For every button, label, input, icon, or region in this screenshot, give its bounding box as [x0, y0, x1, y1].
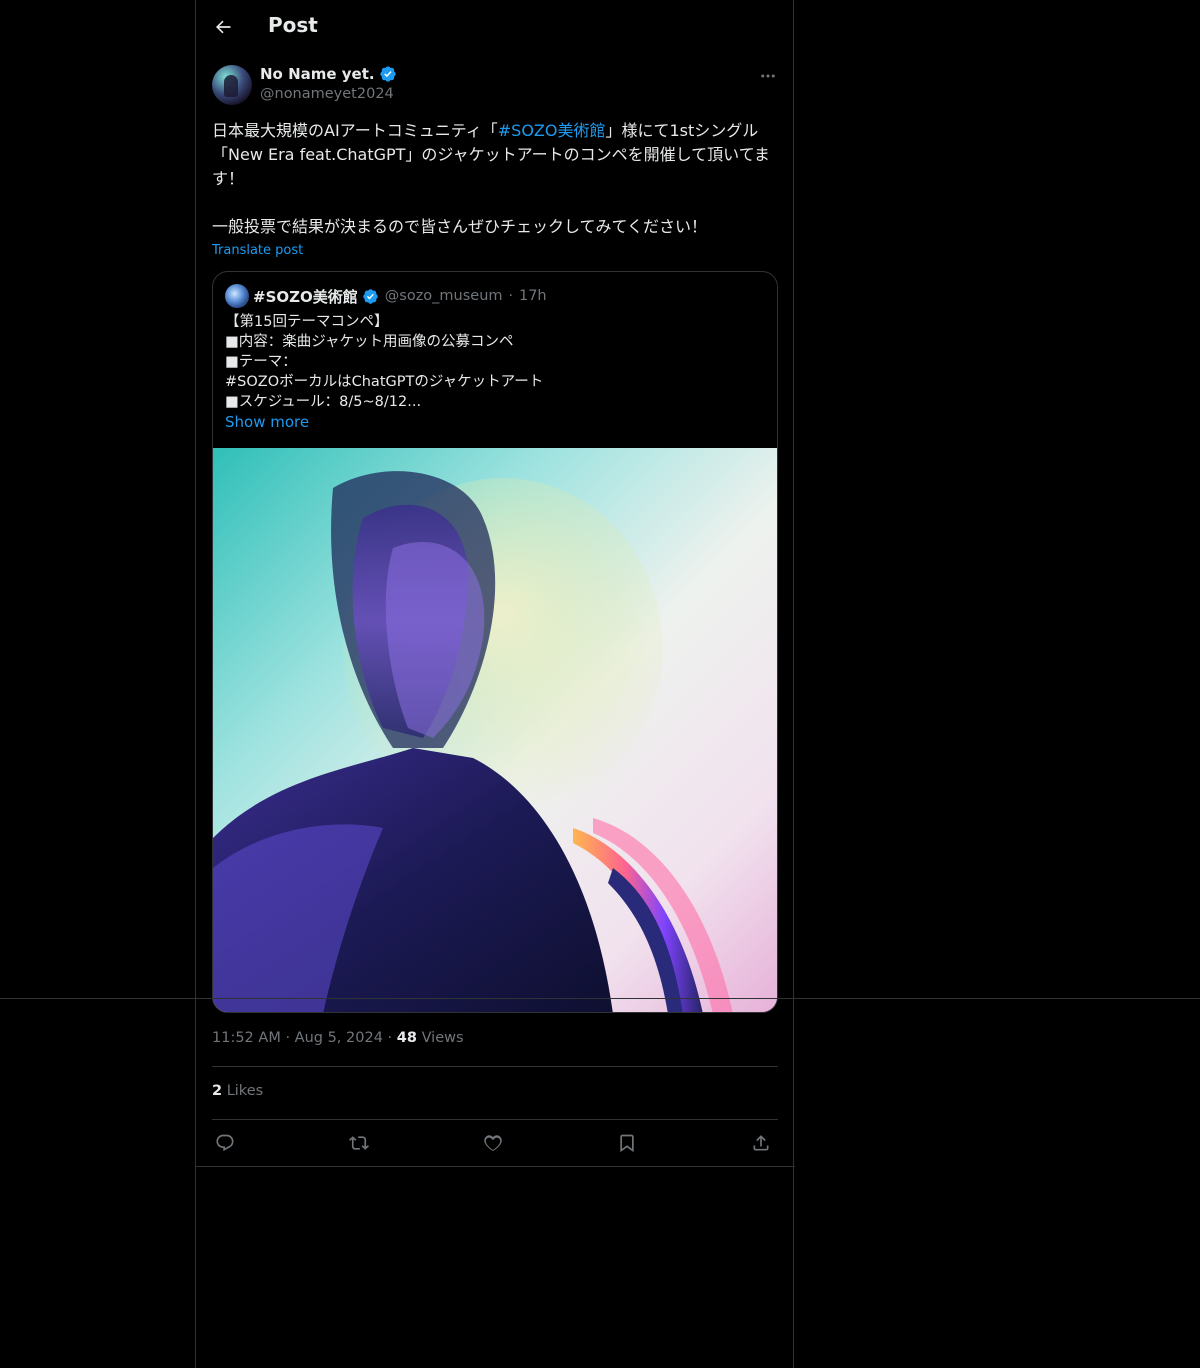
- page-title: Post: [268, 13, 318, 37]
- likes-link[interactable]: 2 Likes: [212, 1083, 263, 1099]
- quoted-author-name: #SOZO美術館: [253, 287, 358, 306]
- post-time[interactable]: 11:52 AM: [212, 1030, 281, 1046]
- bookmark-icon: [620, 1134, 634, 1153]
- quoted-post-image[interactable]: [213, 448, 777, 1012]
- verified-badge-icon: [379, 66, 396, 82]
- quoted-author-handle: @sozo_museum: [384, 288, 503, 304]
- post-text-part: 日本最大規模のAIアートコミュニティ「: [212, 121, 498, 140]
- avatar[interactable]: [212, 65, 252, 105]
- views-count: 48: [396, 1030, 417, 1046]
- quoted-post-header: #SOZO美術館 @sozo_museum · 17h: [225, 284, 547, 308]
- views-label: Views: [421, 1030, 464, 1046]
- likes-count: 2: [212, 1083, 223, 1099]
- artwork-illustration: [213, 448, 777, 1012]
- share-icon: [753, 1135, 769, 1151]
- back-button[interactable]: [208, 12, 238, 42]
- translate-post-link[interactable]: Translate post: [212, 243, 303, 258]
- share-button[interactable]: [748, 1130, 774, 1156]
- post-date[interactable]: Aug 5, 2024: [295, 1030, 383, 1046]
- verified-badge-icon: [363, 288, 378, 304]
- show-more-link[interactable]: Show more: [225, 413, 309, 431]
- likes-label: Likes: [226, 1083, 264, 1099]
- more-button[interactable]: [756, 64, 780, 88]
- quoted-avatar: [225, 284, 249, 308]
- more-icon: [761, 74, 775, 78]
- repost-button[interactable]: [346, 1130, 372, 1156]
- like-icon: [484, 1135, 502, 1152]
- separator-dot: ·: [285, 1030, 291, 1046]
- quoted-post-time: 17h: [518, 288, 547, 304]
- post-author: No Name yet. @nonameyet2024: [212, 64, 778, 108]
- quoted-post-text: 【第15回テーマコンペ】 ■内容：楽曲ジャケット用画像の公募コンペ ■テーマ： …: [225, 314, 544, 410]
- bookmark-button[interactable]: [614, 1130, 640, 1156]
- like-button[interactable]: [480, 1130, 506, 1156]
- author-name-row[interactable]: No Name yet.: [260, 65, 397, 83]
- separator-dot: ·: [387, 1030, 393, 1046]
- divider: [212, 1066, 778, 1067]
- hashtag-link[interactable]: #SOZO美術館: [498, 121, 606, 140]
- repost-icon: [349, 1136, 369, 1150]
- author-handle[interactable]: @nonameyet2024: [260, 86, 394, 102]
- separator-dot: ·: [508, 288, 513, 304]
- divider: [196, 1166, 795, 1167]
- back-arrow-icon: [216, 20, 231, 34]
- action-bar: [212, 1130, 778, 1156]
- header: Post: [196, 0, 795, 55]
- quoted-post[interactable]: #SOZO美術館 @sozo_museum · 17h 【第15回テーマコンペ】…: [212, 271, 778, 1013]
- post-text: 日本最大規模のAIアートコミュニティ「#SOZO美術館」様にて1stシングル「N…: [212, 119, 778, 239]
- overlay-divider-line: [0, 998, 1200, 999]
- reply-icon: [216, 1134, 234, 1152]
- divider: [212, 1119, 778, 1120]
- post-column: Post No Name yet. @nonameyet2024 日本最大規模の…: [195, 0, 795, 1368]
- reply-button[interactable]: [212, 1130, 238, 1156]
- post-meta: 11:52 AM · Aug 5, 2024 · 48 Views: [212, 1030, 464, 1046]
- author-name: No Name yet.: [260, 65, 375, 83]
